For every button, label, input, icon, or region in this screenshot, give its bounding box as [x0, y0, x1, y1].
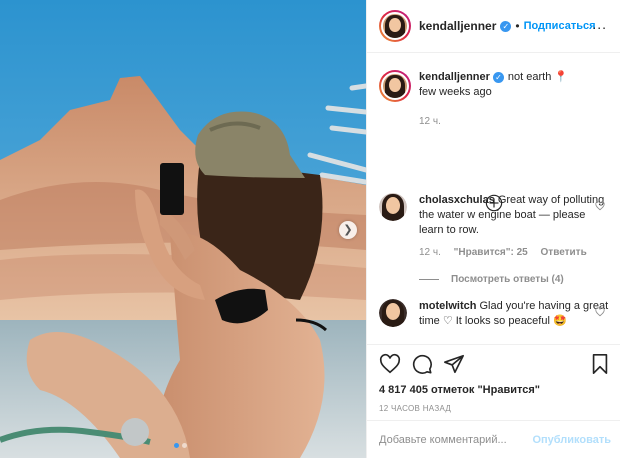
add-comment-bar: Опубликовать	[367, 420, 620, 458]
list-item: motelwitch Glad you're having a great tim…	[379, 299, 609, 329]
post-comment-button[interactable]: Опубликовать	[532, 434, 611, 446]
comment-time[interactable]: 12 ч.	[419, 247, 441, 258]
carousel-dot-active	[174, 443, 179, 448]
carousel-dot	[182, 443, 187, 448]
action-bar: 4 817 405 отметок "Нравится" 12 ЧАСОВ НА…	[367, 344, 620, 413]
chevron-right-icon[interactable]: ❯	[339, 221, 357, 239]
header-username[interactable]: kendalljenner	[419, 19, 496, 33]
heart-icon[interactable]	[595, 307, 605, 317]
more-options-icon[interactable]: ...	[592, 16, 607, 32]
follow-button[interactable]: Подписаться	[524, 20, 596, 32]
caption-username[interactable]: kendalljenner	[419, 71, 490, 83]
comment-input[interactable]	[379, 433, 533, 446]
view-replies-label: Посмотреть ответы (4)	[451, 274, 564, 285]
carousel-dots	[174, 443, 187, 448]
comment-username[interactable]: motelwitch	[419, 300, 476, 312]
reply-button[interactable]: Ответить	[541, 247, 587, 258]
heart-icon[interactable]	[379, 353, 401, 375]
comment-icon[interactable]	[411, 353, 433, 375]
avatar[interactable]	[379, 10, 411, 42]
comment-meta: 12 ч. "Нравится": 25 Ответить	[419, 247, 609, 258]
action-icons	[379, 353, 611, 375]
post-side-panel: kendalljenner ✓ • Подписаться ... kendal…	[366, 0, 620, 458]
avatar[interactable]	[379, 193, 407, 221]
comment-likes[interactable]: "Нравится": 25	[454, 247, 528, 258]
header-separator: •	[515, 19, 520, 33]
comment-text: cholasxchulas Great way of polluting the …	[419, 193, 609, 238]
bookmark-icon[interactable]	[589, 353, 611, 375]
caption-text: kendalljenner ✓ not earth 📍 few weeks ago	[419, 70, 609, 100]
list-item: cholasxchulas Great way of polluting the …	[379, 193, 609, 285]
caption: kendalljenner ✓ not earth 📍 few weeks ago …	[379, 70, 609, 127]
caption-line2: few weeks ago	[419, 86, 492, 98]
post-photo[interactable]: ❯	[0, 0, 366, 458]
comments-list[interactable]: kendalljenner ✓ not earth 📍 few weeks ago …	[367, 54, 620, 344]
divider	[419, 279, 439, 280]
comment-text: motelwitch Glad you're having a great tim…	[419, 299, 609, 329]
verified-icon: ✓	[500, 20, 512, 32]
post-image	[0, 0, 366, 458]
avatar[interactable]	[379, 70, 411, 102]
caption-body: not earth 📍	[507, 71, 569, 83]
post-timestamp[interactable]: 12 ЧАСОВ НАЗАД	[379, 404, 611, 413]
verified-icon: ✓	[492, 71, 504, 83]
caption-meta: 12 ч.	[419, 116, 609, 127]
likes-count[interactable]: 4 817 405 отметок "Нравится"	[379, 384, 611, 396]
share-icon[interactable]	[443, 353, 465, 375]
comment-username[interactable]: cholasxchulas	[419, 194, 495, 206]
avatar[interactable]	[379, 299, 407, 327]
view-replies-button[interactable]: Посмотреть ответы (4)	[419, 274, 609, 285]
post-header: kendalljenner ✓ • Подписаться ...	[367, 0, 620, 53]
caption-time[interactable]: 12 ч.	[419, 116, 441, 127]
heart-icon[interactable]	[595, 201, 605, 211]
